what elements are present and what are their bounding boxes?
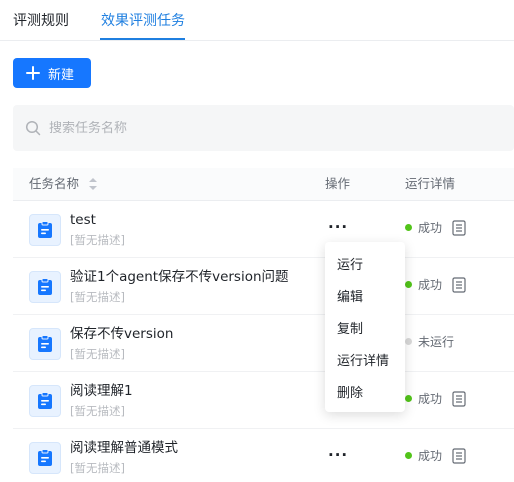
task-name[interactable]: 阅读理解1 — [70, 381, 133, 401]
search-bar — [13, 105, 514, 151]
task-file-icon — [29, 385, 61, 417]
column-header-actions: 操作 — [325, 176, 351, 191]
task-file-icon — [29, 442, 61, 474]
status-label: 成功 — [418, 449, 443, 463]
more-actions-button[interactable]: ··· — [328, 218, 348, 236]
task-file-icon — [29, 328, 61, 360]
column-header-run-details: 运行详情 — [405, 176, 456, 191]
active-tab-indicator — [100, 38, 185, 40]
status-dot — [405, 395, 412, 402]
plus-icon — [26, 66, 40, 80]
column-header-task-name-label: 任务名称 — [29, 176, 80, 191]
task-description: [暂无描述] — [70, 233, 125, 247]
menu-item-run[interactable]: 运行 — [325, 250, 405, 282]
task-description: [暂无描述] — [70, 290, 125, 304]
run-status: 未运行 — [405, 333, 454, 350]
task-description: [暂无描述] — [70, 404, 125, 418]
more-actions-button[interactable]: ··· — [328, 446, 348, 464]
document-icon[interactable] — [452, 276, 466, 293]
task-name[interactable]: 保存不传version — [70, 324, 173, 344]
status-label: 成功 — [418, 278, 443, 292]
run-status: 成功 — [405, 276, 466, 293]
status-dot — [405, 281, 412, 288]
document-icon[interactable] — [452, 390, 466, 407]
menu-item-edit[interactable]: 编辑 — [325, 282, 405, 314]
menu-item-run-details[interactable]: 运行详情 — [325, 346, 405, 378]
search-icon — [25, 120, 41, 136]
column-header-task-name: 任务名称 — [29, 175, 98, 193]
table-row: 阅读理解普通模式 [暂无描述] ··· 成功 — [13, 429, 514, 482]
status-dot — [405, 338, 412, 345]
status-label: 成功 — [418, 392, 443, 406]
run-status: 成功 — [405, 219, 466, 236]
new-task-button-label: 新建 — [48, 67, 75, 83]
table-header: 任务名称 操作 运行详情 — [13, 168, 514, 201]
task-name[interactable]: 验证1个agent保存不传version问题 — [70, 267, 289, 287]
menu-item-delete[interactable]: 删除 — [325, 378, 405, 410]
table-row: 验证1个agent保存不传version问题 [暂无描述] 成功 — [13, 258, 514, 315]
table-row: test [暂无描述] ··· 成功 — [13, 201, 514, 258]
table-row: 阅读理解1 [暂无描述] 成功 — [13, 372, 514, 429]
document-icon[interactable] — [452, 447, 466, 464]
search-input[interactable] — [49, 120, 489, 136]
run-status: 成功 — [405, 447, 466, 464]
task-description: [暂无描述] — [70, 461, 125, 475]
sort-icon[interactable] — [89, 178, 98, 190]
menu-item-copy[interactable]: 复制 — [325, 314, 405, 346]
task-name[interactable]: test — [70, 210, 96, 230]
status-label: 未运行 — [418, 335, 455, 349]
status-dot — [405, 224, 412, 231]
new-task-button[interactable]: 新建 — [13, 58, 91, 88]
tab-eval-tasks[interactable]: 效果评测任务 — [101, 11, 185, 31]
status-label: 成功 — [418, 221, 443, 235]
run-status: 成功 — [405, 390, 466, 407]
status-dot — [405, 452, 412, 459]
task-file-icon — [29, 271, 61, 303]
tab-eval-rules[interactable]: 评测规则 — [13, 11, 69, 31]
table-row: 保存不传version [暂无描述] 未运行 — [13, 315, 514, 372]
actions-dropdown-menu: 运行 编辑 复制 运行详情 删除 — [325, 242, 405, 412]
evaluation-task-page: 评测规则 效果评测任务 新建 任务名称 操作 运行详情 test [暂无描述] … — [0, 0, 514, 482]
task-description: [暂无描述] — [70, 347, 125, 361]
document-icon[interactable] — [452, 219, 466, 236]
task-name[interactable]: 阅读理解普通模式 — [70, 438, 178, 458]
task-file-icon — [29, 214, 61, 246]
tab-bar: 评测规则 效果评测任务 — [0, 0, 514, 41]
